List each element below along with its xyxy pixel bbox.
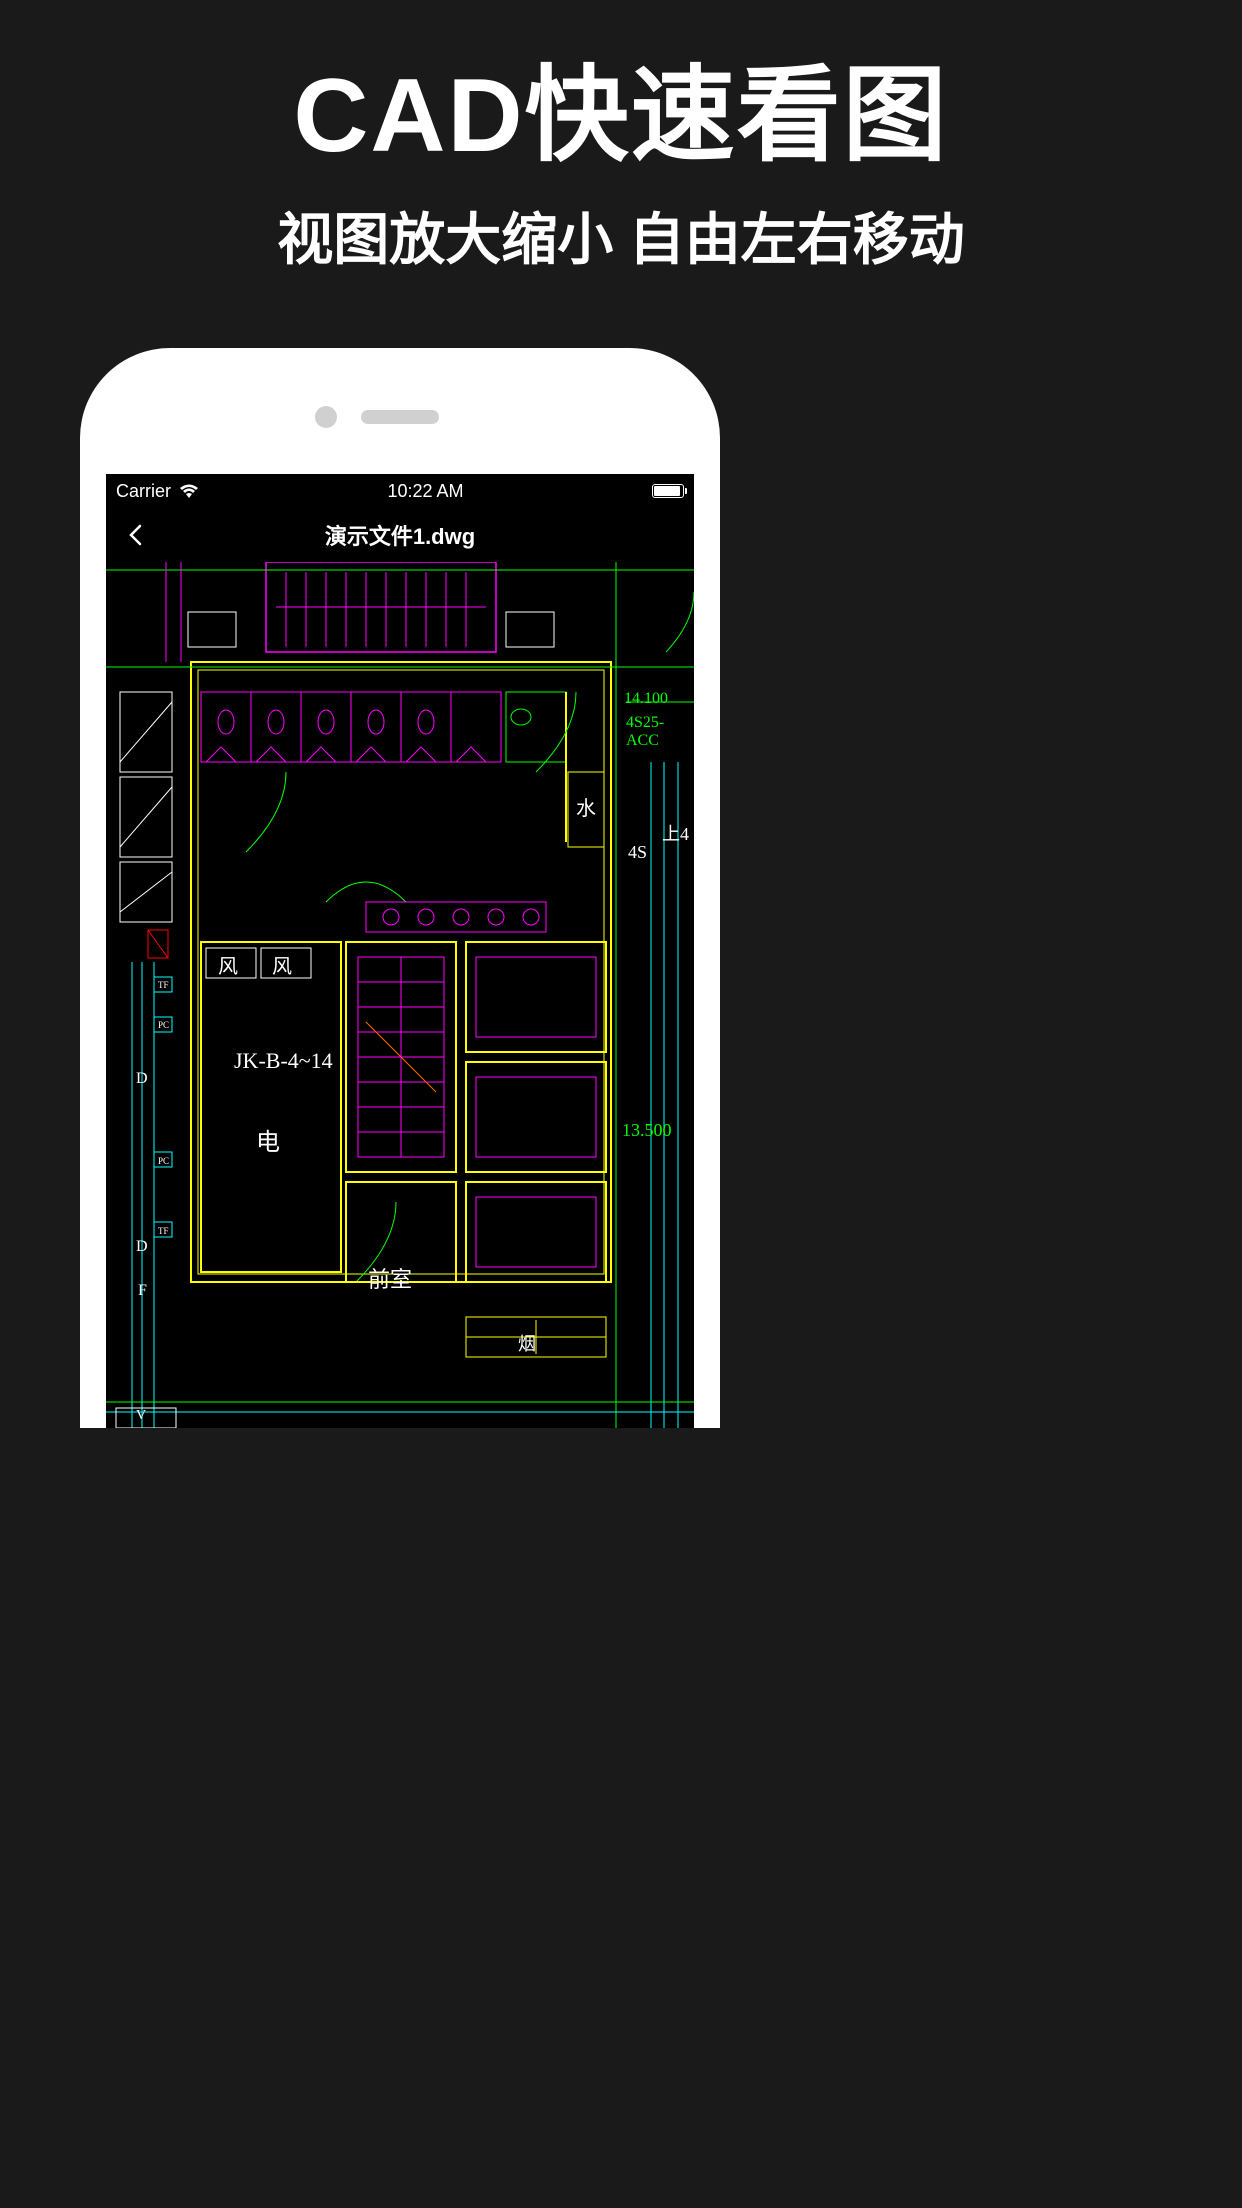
- cad-label-jk: JK-B-4~14: [234, 1048, 333, 1074]
- cad-label-tf2: TF: [158, 1226, 169, 1236]
- cad-label-d1: D: [136, 1070, 148, 1088]
- phone-camera-icon: [315, 406, 337, 428]
- cad-label-electric: 电: [256, 1122, 280, 1157]
- cad-label-dim-14100: 14.100: [624, 690, 668, 708]
- back-button[interactable]: [124, 523, 148, 547]
- cad-label-wind2: 风: [272, 950, 292, 979]
- cad-label-front-room: 前室: [368, 1262, 412, 1294]
- carrier-label: Carrier: [116, 481, 171, 502]
- cad-label-dim-13500: 13.500: [622, 1120, 672, 1141]
- phone-frame: Carrier 10:22 AM 演示文件1.dwg: [80, 348, 720, 1428]
- nav-bar: 演示文件1.dwg: [106, 508, 694, 562]
- cad-label-v: V: [136, 1408, 146, 1424]
- status-bar: Carrier 10:22 AM: [106, 474, 694, 508]
- cad-label-f: F: [138, 1282, 147, 1300]
- chevron-left-icon: [124, 523, 148, 547]
- cad-label-up4: 上4: [662, 820, 689, 846]
- cad-label-pc2: PC: [158, 1156, 169, 1166]
- status-time: 10:22 AM: [387, 481, 463, 502]
- cad-drawing: [106, 562, 694, 1428]
- cad-label-beam: 4S25-ACC: [626, 714, 694, 750]
- cad-label-smoke: 烟: [518, 1330, 536, 1356]
- wifi-icon: [179, 484, 199, 498]
- cad-label-wind1: 风: [218, 950, 238, 979]
- cad-label-water: 水: [576, 792, 596, 821]
- cad-label-tf1: TF: [158, 980, 169, 990]
- phone-screen: Carrier 10:22 AM 演示文件1.dwg: [106, 474, 694, 1428]
- cad-label-d2: D: [136, 1238, 148, 1256]
- cad-label-pc1: PC: [158, 1020, 169, 1030]
- phone-speaker-icon: [361, 410, 439, 424]
- file-title: 演示文件1.dwg: [325, 519, 475, 551]
- promo-title: CAD快速看图: [0, 30, 1242, 181]
- battery-icon: [652, 484, 684, 498]
- cad-label-4s: 4S: [628, 842, 647, 863]
- promo-subtitle: 视图放大缩小 自由左右移动: [0, 195, 1242, 276]
- cad-viewport[interactable]: 水 风 风 JK-B-4~14 电 前室 烟 14.100 4S25-ACC 上…: [106, 562, 694, 1428]
